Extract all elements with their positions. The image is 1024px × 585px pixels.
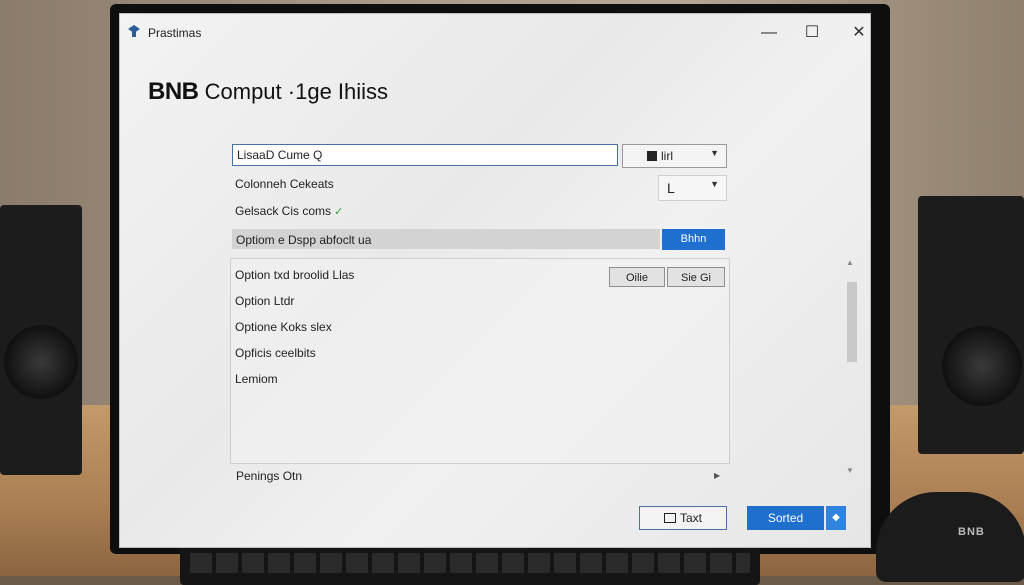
app-icon bbox=[128, 25, 140, 37]
format-dropdown[interactable]: lirl ▼ bbox=[622, 144, 727, 168]
columns-label: Colonneh Cekeats bbox=[235, 177, 334, 191]
list-item[interactable]: Opficis ceelbits bbox=[235, 346, 316, 360]
sorted-button[interactable]: Sorted bbox=[747, 506, 824, 530]
text-button[interactable]: Taxt bbox=[639, 506, 727, 530]
scroll-down-icon[interactable]: ▼ bbox=[846, 466, 854, 475]
page-title: BNB Comput ·1ge Ihiiss bbox=[148, 78, 388, 106]
keyboard bbox=[180, 545, 760, 585]
list-item[interactable]: Option Ltdr bbox=[235, 294, 294, 308]
brand-name: BNB bbox=[148, 78, 199, 105]
text-icon bbox=[663, 513, 676, 523]
footer-settings-label[interactable]: Penings Otn bbox=[236, 469, 302, 483]
maximize-button[interactable]: ☐ bbox=[797, 22, 827, 44]
vertical-scrollbar[interactable]: ▲ ▼ bbox=[845, 254, 859, 484]
list-item[interactable]: Optione Koks slex bbox=[235, 320, 332, 334]
chevron-down-icon: ▼ bbox=[710, 179, 719, 189]
left-speaker bbox=[0, 205, 82, 475]
size-dropdown[interactable]: L ▼ bbox=[658, 175, 727, 201]
mouse-brand-logo: BNB bbox=[958, 526, 985, 538]
format-icon bbox=[647, 151, 657, 161]
caret-right-icon[interactable]: ▶ bbox=[714, 471, 720, 480]
option-select[interactable]: Optiom e Dspp abfoclt ua ▶ bbox=[232, 229, 668, 249]
minimize-button[interactable]: — bbox=[754, 22, 784, 44]
option-button-2[interactable]: Sie Gi bbox=[667, 267, 725, 287]
right-speaker bbox=[918, 196, 1024, 454]
option-select-label: Optiom e Dspp abfoclt ua bbox=[236, 233, 372, 247]
format-dropdown-label: lirl bbox=[661, 149, 673, 163]
page-title-text: Comput ·1ge Ihiiss bbox=[204, 79, 389, 104]
list-item[interactable]: Option txd broolid Llas bbox=[235, 268, 354, 282]
title-bar: Prastimas — ☐ ✕ bbox=[120, 14, 870, 50]
checkbox-option[interactable]: Gelsack Cis coms ✓ bbox=[235, 204, 343, 218]
close-button[interactable]: ✕ bbox=[844, 22, 874, 44]
main-text-input[interactable] bbox=[232, 144, 618, 166]
options-panel bbox=[230, 258, 730, 464]
apply-button[interactable]: Bhhn bbox=[662, 229, 725, 250]
window-title: Prastimas bbox=[148, 26, 202, 40]
option-button-1[interactable]: Oilie bbox=[609, 267, 665, 287]
check-icon: ✓ bbox=[334, 206, 344, 218]
chevron-down-icon: ▼ bbox=[710, 148, 719, 158]
text-button-label: Taxt bbox=[679, 511, 702, 525]
mouse: BNB bbox=[876, 492, 1024, 582]
scroll-up-icon[interactable]: ▲ bbox=[846, 258, 854, 267]
size-dropdown-label: L bbox=[667, 180, 675, 196]
dropdown-arrow-button[interactable]: ◆ bbox=[826, 506, 846, 530]
app-window: Prastimas — ☐ ✕ BNB Comput ·1ge Ihiiss l… bbox=[120, 14, 870, 547]
scrollbar-thumb[interactable] bbox=[847, 282, 857, 362]
checkbox-label: Gelsack Cis coms bbox=[235, 204, 332, 218]
list-item[interactable]: Lemiom bbox=[235, 372, 278, 386]
